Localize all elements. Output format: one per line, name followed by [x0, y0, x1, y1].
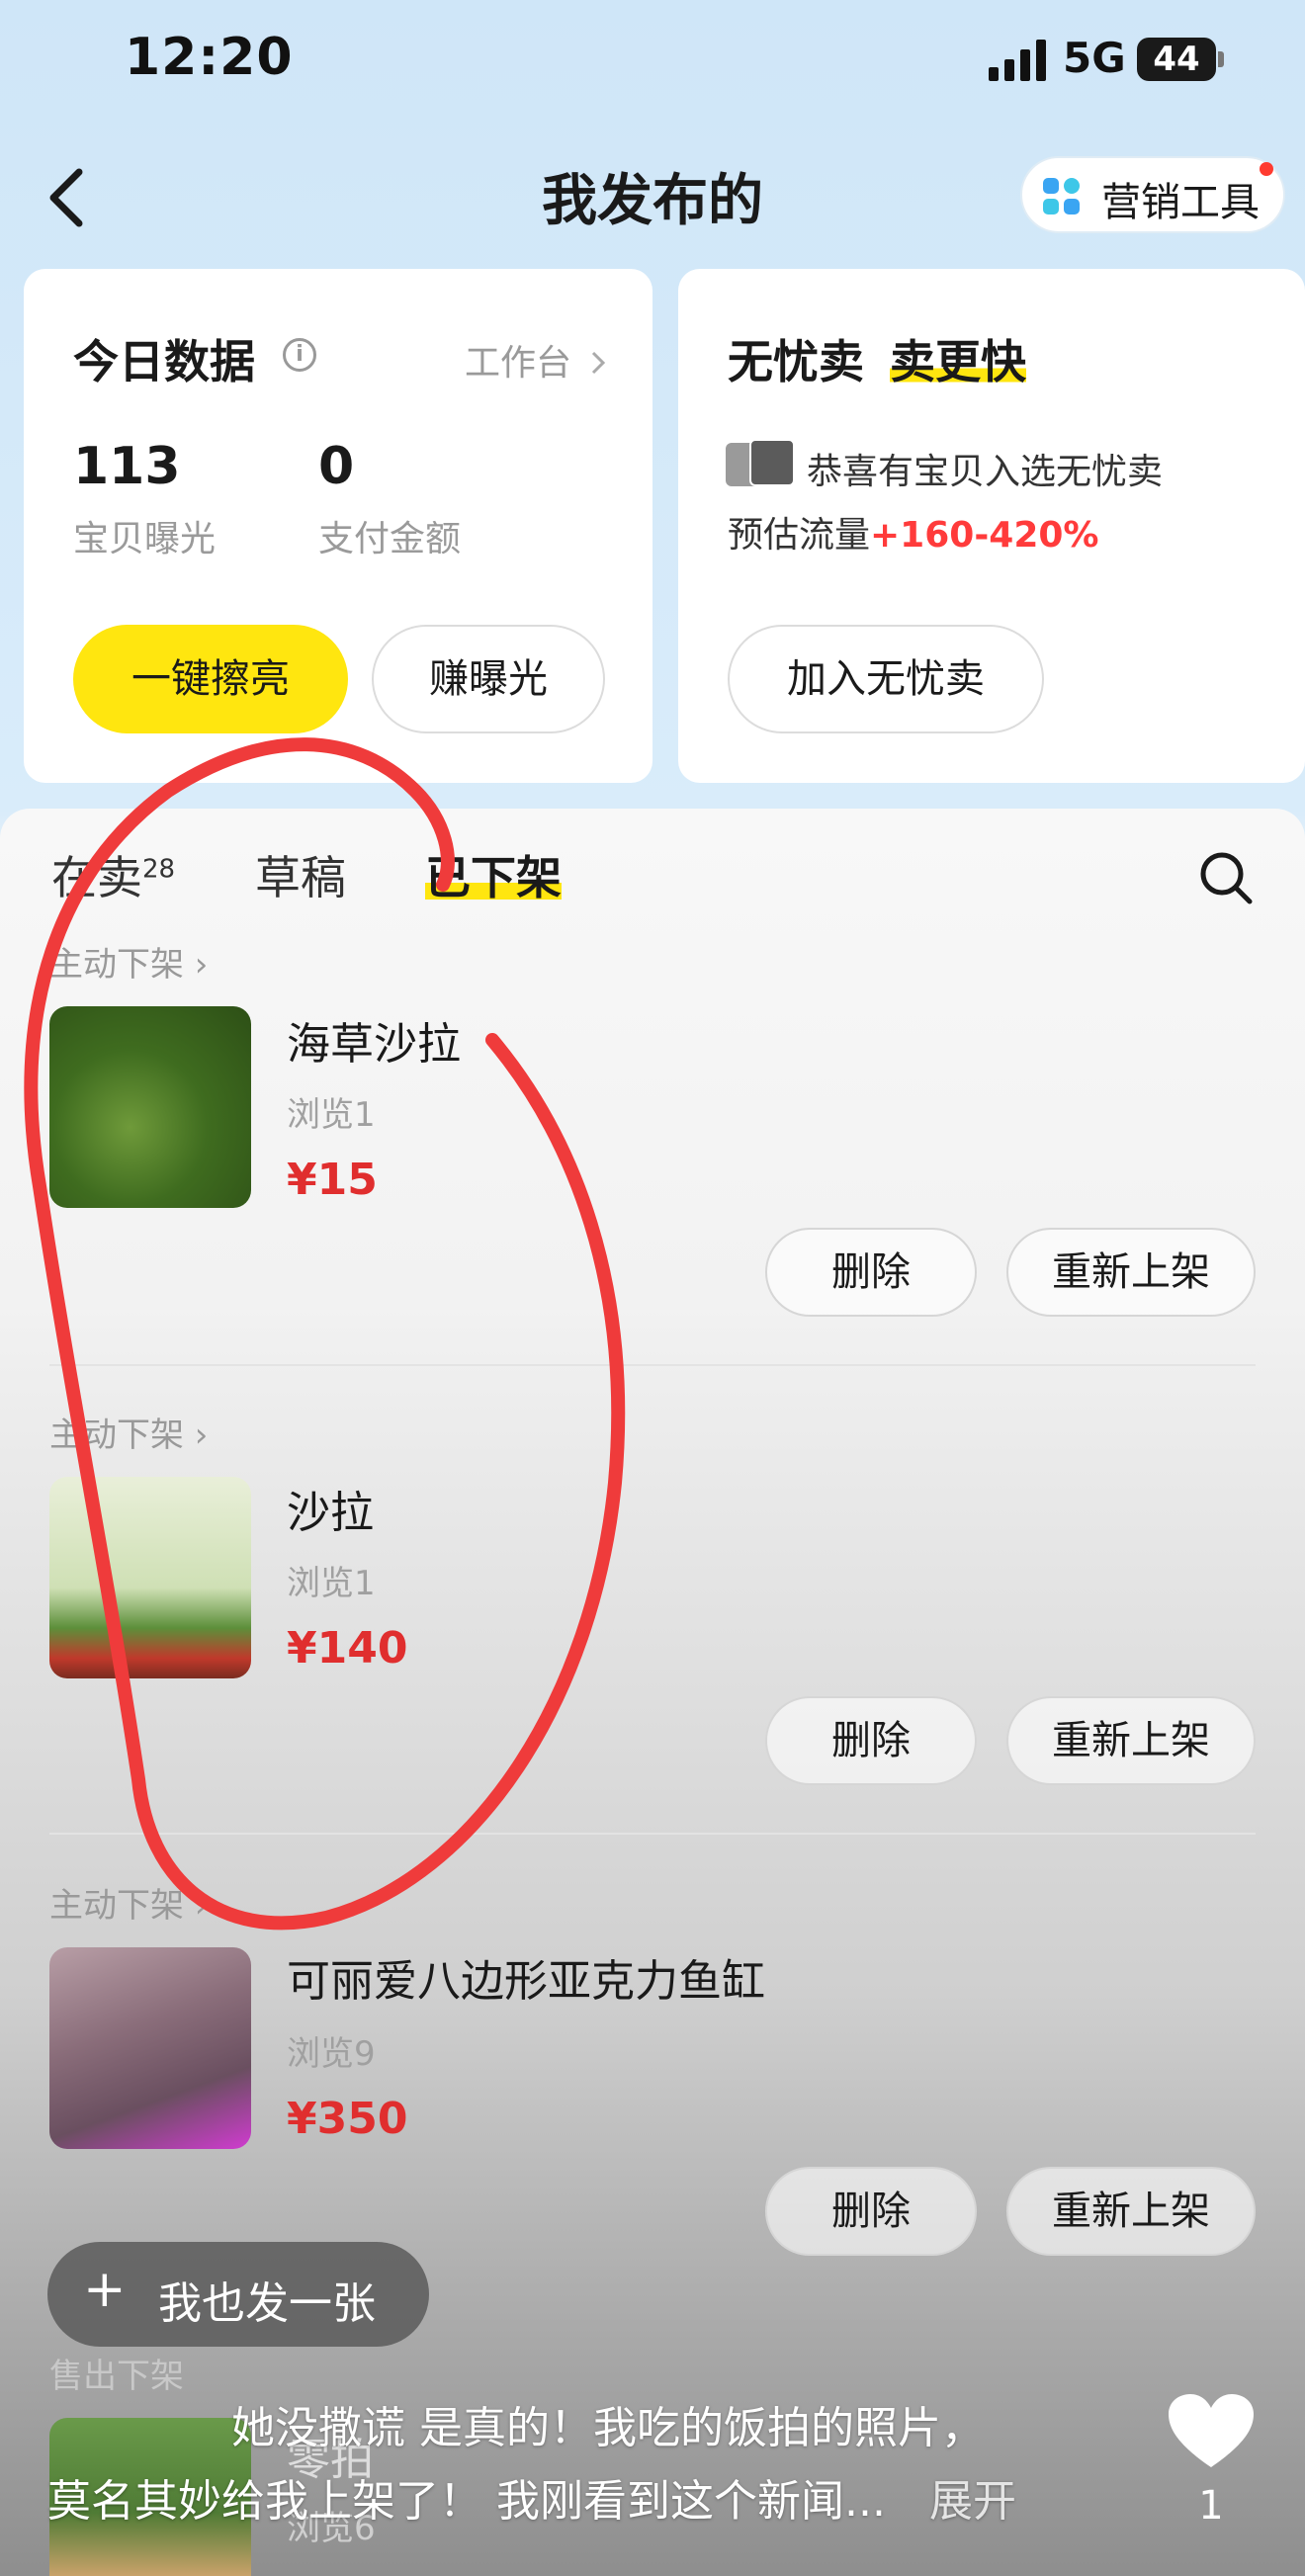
marketing-tools-button[interactable]: 营销工具 — [1020, 156, 1285, 233]
delist-reason[interactable]: 售出下架 — [49, 2349, 184, 2397]
worry-free-title: 无忧卖 卖更快 — [728, 326, 1027, 391]
post-too-label: 我也发一张 — [158, 2278, 376, 2329]
earn-exposure-button[interactable]: 赚曝光 — [372, 625, 605, 733]
item-price: ¥15 — [287, 1155, 378, 1205]
worry-free-notice: 恭喜有宝贝入选无忧卖 — [807, 452, 1164, 492]
info-icon[interactable]: i — [283, 338, 316, 372]
item-thumbnail-fish-tank[interactable] — [49, 1947, 251, 2149]
caption-line-2-text: 莫名其妙给我上架了！ 我刚看到这个新闻... — [47, 2476, 886, 2527]
relist-button[interactable]: 重新上架 — [1006, 1696, 1256, 1785]
item-name[interactable]: 可丽爱八边形亚克力鱼缸 — [287, 1945, 765, 2009]
battery-tip — [1218, 51, 1224, 67]
item-views: 浏览1 — [287, 1095, 376, 1135]
product-thumbs — [726, 439, 797, 488]
caption-line-2: 莫名其妙给我上架了！ 我刚看到这个新闻... 展开 — [47, 2465, 1135, 2538]
heart-icon[interactable] — [1167, 2392, 1256, 2471]
battery-icon: 44 — [1137, 38, 1216, 81]
delist-reason[interactable]: 主动下架 › — [49, 937, 208, 986]
today-data-title: 今日数据 — [73, 335, 255, 388]
expand-link[interactable]: 展开 — [929, 2476, 1016, 2527]
delete-button[interactable]: 删除 — [765, 2167, 977, 2256]
notification-dot — [1260, 162, 1273, 176]
item-thumbnail-seaweed-salad[interactable] — [49, 1006, 251, 1208]
item-price: ¥140 — [287, 1623, 408, 1674]
item-name[interactable]: 海草沙拉 — [287, 1008, 461, 1072]
delete-button[interactable]: 删除 — [765, 1696, 977, 1785]
item-divider — [49, 1364, 1256, 1366]
tab-on-sale[interactable]: 在卖28 — [51, 842, 175, 907]
chevron-right-icon — [592, 351, 606, 375]
signal-icon — [989, 40, 1046, 81]
stat-exposure-value: 113 — [73, 437, 181, 496]
delist-reason-label: 主动下架 — [49, 1416, 184, 1455]
delist-reason[interactable]: 主动下架 › — [49, 1408, 208, 1456]
workbench-label: 工作台 — [465, 343, 572, 384]
stat-payment-label: 支付金额 — [318, 519, 462, 559]
tab-on-sale-label: 在卖 — [51, 851, 142, 904]
today-data-card: 今日数据 i 工作台 113 宝贝曝光 0 支付金额 一键擦亮 赚曝光 — [24, 269, 652, 783]
caption-line-1: 她没撒谎 是真的！我吃的饭拍的照片， — [231, 2403, 985, 2453]
item-name[interactable]: 沙拉 — [287, 1477, 374, 1540]
workbench-link[interactable]: 工作台 — [465, 334, 608, 386]
delist-reason-label: 主动下架 — [49, 1886, 184, 1926]
worry-free-title-highlight: 卖更快 — [890, 335, 1027, 388]
tab-delisted[interactable]: 已下架 — [425, 842, 562, 907]
stat-exposure-label: 宝贝曝光 — [73, 519, 217, 559]
item-price: ¥350 — [287, 2094, 408, 2144]
post-too-button[interactable]: + 我也发一张 — [47, 2242, 429, 2347]
delete-button[interactable]: 删除 — [765, 1228, 977, 1317]
traffic-label: 预估流量 — [728, 515, 871, 556]
plus-icon: + — [83, 2260, 127, 2319]
search-icon[interactable] — [1196, 848, 1256, 907]
status-time: 12:20 — [125, 28, 294, 87]
traffic-value: +160-420% — [870, 515, 1099, 556]
delist-reason[interactable]: 主动下架 › — [49, 1878, 208, 1927]
delist-reason-label: 主动下架 — [49, 945, 184, 985]
relist-button[interactable]: 重新上架 — [1006, 1228, 1256, 1317]
apps-grid-icon — [1043, 178, 1080, 215]
tab-drafts[interactable]: 草稿 — [255, 842, 346, 907]
item-divider — [49, 1833, 1256, 1835]
thumb-front — [749, 439, 795, 486]
item-views: 浏览9 — [287, 2034, 376, 2074]
join-worry-free-button[interactable]: 加入无忧卖 — [728, 625, 1044, 733]
traffic-estimate: 预估流量+160-420% — [728, 506, 1098, 558]
item-views: 浏览1 — [287, 1564, 376, 1603]
relist-button[interactable]: 重新上架 — [1006, 2167, 1256, 2256]
worry-free-card: 无忧卖 卖更快 恭喜有宝贝入选无忧卖 预估流量+160-420% 加入无忧卖 — [678, 269, 1305, 783]
network-label: 5G — [1063, 34, 1126, 82]
like-count: 1 — [1198, 2483, 1224, 2529]
item-thumbnail-salad[interactable] — [49, 1477, 251, 1678]
post-caption: 她没撒谎 是真的！我吃的饭拍的照片， 莫名其妙给我上架了！ 我刚看到这个新闻..… — [47, 2392, 1135, 2538]
worry-free-title-plain: 无忧卖 — [728, 335, 864, 388]
marketing-tools-label: 营销工具 — [1101, 180, 1260, 225]
tab-on-sale-count: 28 — [142, 854, 176, 885]
polish-button[interactable]: 一键擦亮 — [73, 625, 348, 733]
stat-payment-value: 0 — [318, 437, 355, 496]
